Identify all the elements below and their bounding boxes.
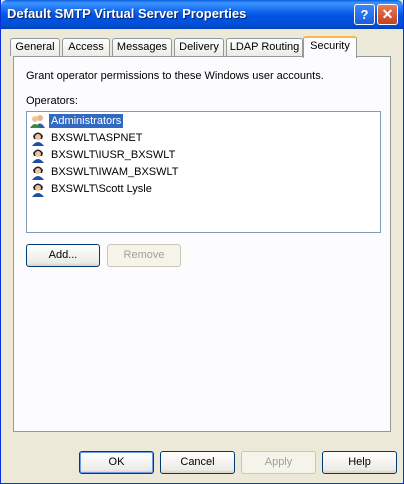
tab-messages[interactable]: Messages <box>112 38 172 56</box>
window-title: Default SMTP Virtual Server Properties <box>7 6 247 21</box>
user-icon <box>32 183 44 197</box>
tab-security[interactable]: Security <box>303 36 357 58</box>
operator-name: BXSWLT\IWAM_BXSWLT <box>51 166 179 178</box>
cancel-button[interactable]: Cancel <box>160 451 235 474</box>
tab-delivery[interactable]: Delivery <box>174 38 224 56</box>
description-text: Grant operator permissions to these Wind… <box>26 70 324 82</box>
add-button[interactable]: Add... <box>26 244 100 267</box>
operators-label: Operators: <box>26 95 78 107</box>
operator-name: BXSWLT\Scott Lysle <box>51 183 152 195</box>
close-icon[interactable]: ✕ <box>377 4 398 25</box>
apply-button[interactable]: Apply <box>241 451 316 474</box>
operator-name: BXSWLT\ASPNET <box>51 132 143 144</box>
tab-ldap-routing[interactable]: LDAP Routing <box>226 38 303 56</box>
group-icon <box>30 115 45 128</box>
tab-access[interactable]: Access <box>62 38 110 56</box>
user-icon <box>32 166 44 180</box>
title-bar[interactable]: Default SMTP Virtual Server Properties ?… <box>1 0 403 29</box>
remove-button[interactable]: Remove <box>107 244 181 267</box>
security-panel: Grant operator permissions to these Wind… <box>13 56 391 432</box>
help-icon[interactable]: ? <box>354 4 375 25</box>
tab-general[interactable]: General <box>10 38 60 56</box>
user-icon <box>32 149 44 163</box>
operators-list[interactable]: Administrators BXSWLT\ASPNET BXSWLT\IUSR… <box>26 111 381 233</box>
operator-name: BXSWLT\IUSR_BXSWLT <box>51 149 176 161</box>
user-icon <box>32 132 44 146</box>
help-button[interactable]: Help <box>322 451 397 474</box>
operator-name: Administrators <box>49 114 124 128</box>
properties-dialog: Default SMTP Virtual Server Properties ?… <box>0 0 404 484</box>
ok-button[interactable]: OK <box>79 451 154 474</box>
